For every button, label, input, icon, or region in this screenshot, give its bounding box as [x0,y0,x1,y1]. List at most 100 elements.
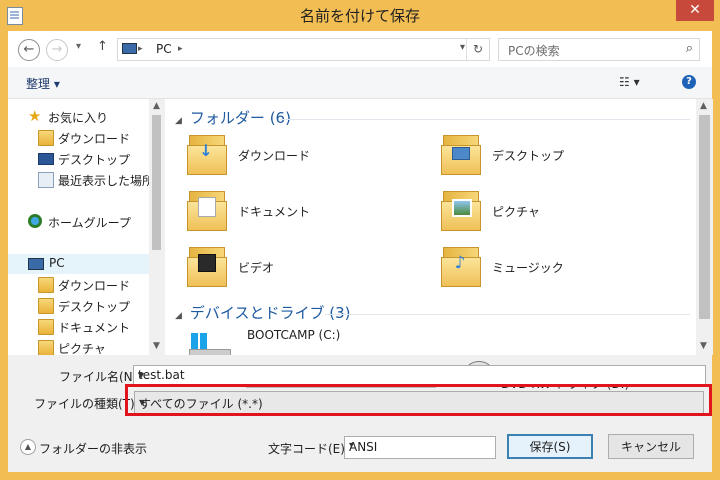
sidebar-item-downloads[interactable]: ダウンロード [38,128,158,148]
sidebar-item-pc-downloads[interactable]: ダウンロード [38,275,158,295]
sidebar-item-pc-desktop[interactable]: デスクトップ [38,296,158,316]
navigation-scrollbar[interactable]: ▲ ▼ [149,99,164,355]
sidebar-item-homegroup[interactable]: ホームグループ [28,212,148,232]
navigation-pane: ★ お気に入り ダウンロード デスクトップ 最近表示した場所 ホームグループ P… [8,99,164,355]
sidebar-item-label: ホームグループ [48,216,131,230]
music-folder-icon: ♪ [441,245,481,287]
sidebar-item-label: ドキュメント [58,321,131,335]
organize-menu[interactable]: 整理 ▾ [26,75,60,92]
scroll-up-icon[interactable]: ▲ [153,101,160,111]
documents-folder-icon [187,189,227,231]
refresh-button[interactable]: ↻ [466,39,489,60]
sidebar-item-pc-documents[interactable]: ドキュメント [38,317,158,337]
downloads-folder-icon [38,130,54,146]
sidebar-item-label: PC [49,256,65,270]
documents-folder-icon [38,319,54,335]
save-button[interactable]: 保存(S) [507,434,593,459]
folder-name: ダウンロード [238,149,311,163]
group-header-devices[interactable]: ◢ デバイスとドライブ (3) [175,302,351,323]
sidebar-item-recent[interactable]: 最近表示した場所 [38,170,160,190]
videos-folder-icon [187,245,227,287]
chevron-down-icon[interactable]: ▾ [138,368,702,382]
view-options-button[interactable]: ☷ ▾ [619,75,640,89]
breadcrumb-pc[interactable]: PC [156,42,172,56]
desktop-folder-icon [441,133,481,175]
downloads-folder-icon [38,277,54,293]
hide-folders-label: フォルダーの非表示 [39,442,148,456]
file-list-scrollbar[interactable]: ▲ ▼ [696,99,713,355]
encoding-select[interactable]: ANSI ▾ [344,436,496,459]
sidebar-item-label: デスクトップ [58,300,131,314]
encoding-label: 文字コード(E): [268,442,349,456]
back-button[interactable]: ← [18,39,40,61]
drive-name: BOOTCAMP (C:) [247,328,341,342]
sidebar-item-label: ダウンロード [58,132,131,146]
help-icon[interactable]: ? [682,75,696,89]
address-bar[interactable]: ▸ PC ▸ ▾ ↻ [117,38,490,61]
filetype-label: ファイルの種類(T): [34,397,139,411]
title-bar[interactable]: 名前を付けて保存 ✕ [0,0,720,31]
scroll-thumb[interactable] [699,115,710,319]
breadcrumb-chevron[interactable]: ▸ [178,44,183,54]
folder-tile-videos[interactable]: ビデオ [187,245,427,297]
folder-tile-downloads[interactable]: ↓ ダウンロード [187,133,427,185]
sidebar-item-pc[interactable]: PC [8,254,156,274]
scroll-up-icon[interactable]: ▲ [700,101,707,111]
folder-name: ドキュメント [238,205,311,219]
hard-drive-icon [189,349,231,355]
chevron-up-icon[interactable]: ▲ [20,439,36,455]
group-title: デバイスとドライブ (3) [189,304,351,322]
pictures-folder-icon [441,189,481,231]
folder-name: ピクチャ [492,205,540,219]
star-icon: ★ [28,107,42,125]
file-list: ◢ フォルダー (6) ↓ ダウンロード デスクトップ ドキュメント ピクチャ [165,99,696,391]
desktop-folder-icon [38,298,54,314]
windows-drive-icon [191,333,207,349]
folder-name: ビデオ [238,261,275,275]
sidebar-item-label: ダウンロード [58,279,131,293]
group-divider [325,314,690,315]
homegroup-icon [28,214,42,228]
collapse-icon[interactable]: ◢ [175,116,182,126]
save-as-dialog: 名前を付けて保存 ✕ ← → ▾ ↑ ▸ PC ▸ ▾ ↻ PCの検索 ⌕ 整理… [0,0,720,480]
command-bar: 整理 ▾ ☷ ▾ ? [8,67,712,99]
sidebar-item-pc-pictures[interactable]: ピクチャ [38,338,158,355]
pictures-folder-icon [38,340,54,355]
sidebar-item-favorites[interactable]: ★ お気に入り [28,107,148,127]
up-button[interactable]: ↑ [97,39,108,54]
annotation-highlight-box [125,384,712,416]
group-header-folders[interactable]: ◢ フォルダー (6) [175,107,291,128]
folder-tile-documents[interactable]: ドキュメント [187,189,427,241]
folder-name: デスクトップ [492,149,565,163]
folder-name: ミュージック [492,261,564,275]
breadcrumb-separator: ▸ [138,44,143,54]
close-button[interactable]: ✕ [676,0,714,21]
folder-tile-music[interactable]: ♪ ミュージック [441,245,681,297]
collapse-icon[interactable]: ◢ [175,311,182,321]
sidebar-item-desktop[interactable]: デスクトップ [38,149,158,169]
drive-tile-bootcamp[interactable]: BOOTCAMP (C:) [187,327,427,355]
scroll-thumb[interactable] [152,115,161,250]
scroll-down-icon[interactable]: ▼ [700,341,707,351]
recent-locations-button[interactable]: ▾ [76,41,81,52]
search-box[interactable]: PCの検索 ⌕ [498,38,700,61]
desktop-icon [38,153,54,165]
navigation-bar: ← → ▾ ↑ ▸ PC ▸ ▾ ↻ PCの検索 ⌕ [8,31,712,67]
forward-button[interactable]: → [46,39,68,61]
sidebar-item-label: デスクトップ [58,153,131,167]
folder-tile-pictures[interactable]: ピクチャ [441,189,681,241]
filename-input[interactable]: test.bat ▾ [133,365,706,386]
computer-icon [28,258,44,270]
sidebar-item-label: お気に入り [48,111,109,125]
group-title: フォルダー (6) [189,109,291,127]
folder-tile-desktop[interactable]: デスクトップ [441,133,681,185]
downloads-folder-icon: ↓ [187,133,227,175]
search-placeholder: PCの検索 [508,44,560,58]
chevron-down-icon[interactable]: ▾ [349,440,492,451]
cancel-button[interactable]: キャンセル [608,434,694,459]
filename-label: ファイル名(N): [59,370,142,384]
search-icon[interactable]: ⌕ [686,41,693,56]
scroll-down-icon[interactable]: ▼ [153,341,160,351]
recent-places-icon [38,172,54,188]
address-dropdown-icon[interactable]: ▾ [460,42,465,53]
